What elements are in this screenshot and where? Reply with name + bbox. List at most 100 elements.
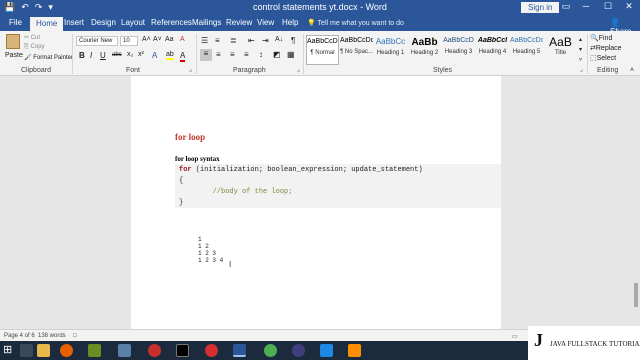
italic-button[interactable]: I	[90, 51, 92, 60]
underline-button[interactable]: U	[100, 51, 106, 60]
justify-button[interactable]: ≡	[244, 50, 249, 59]
replace-button[interactable]: ⇄Replace	[590, 44, 622, 52]
change-case-button[interactable]: Aa	[165, 36, 174, 43]
styles-label: Styles	[433, 67, 453, 74]
increase-indent-button[interactable]: ⇥	[262, 36, 269, 45]
font-size-select[interactable]: 10	[120, 36, 138, 46]
highlight-button[interactable]: ab	[166, 51, 174, 60]
page-count[interactable]: Page 4 of 6	[4, 333, 35, 339]
close-button[interactable]: ✕	[622, 1, 636, 12]
eclipse-icon[interactable]	[292, 344, 305, 357]
line-spacing-button[interactable]: ↕	[259, 50, 263, 59]
tell-me-search[interactable]: 💡 Tell me what you want to do	[307, 19, 404, 27]
strikethrough-button[interactable]: abc	[112, 52, 122, 58]
windows-start-icon[interactable]: ⊞	[3, 344, 16, 357]
style-heading-4[interactable]: AaBbCcI Heading 4	[476, 35, 509, 65]
collapse-ribbon-icon[interactable]: ˄	[630, 67, 634, 74]
app-icon[interactable]	[148, 344, 161, 357]
proofing-icon[interactable]: □	[73, 333, 77, 339]
paste-button[interactable]: Paste	[5, 52, 23, 59]
vlc-icon[interactable]	[348, 344, 361, 357]
show-marks-button[interactable]: ¶	[291, 36, 295, 45]
text-cursor-icon: I	[229, 260, 232, 269]
tab-insert[interactable]: Insert	[64, 18, 84, 27]
tab-file[interactable]: File	[9, 18, 22, 27]
format-painter-button[interactable]: 🖌 Format Painter	[24, 54, 73, 61]
tab-help[interactable]: Help	[282, 18, 298, 27]
file-explorer-icon[interactable]	[37, 344, 50, 357]
document-area: for loop for loop syntax for (initializa…	[0, 76, 640, 329]
tab-view[interactable]: View	[257, 18, 274, 27]
ribbon-display-options-icon[interactable]: ▭	[559, 1, 573, 12]
bullets-button[interactable]: ☰	[201, 36, 208, 45]
superscript-button[interactable]: x²	[138, 51, 144, 58]
person-icon: 👤	[610, 18, 620, 27]
minimize-button[interactable]: ─	[579, 1, 593, 11]
style-title[interactable]: AaB Title	[544, 35, 577, 65]
task-view-icon[interactable]	[20, 344, 33, 357]
terminal-icon[interactable]	[176, 344, 189, 357]
paragraph-dialog-launcher-icon[interactable]: ⌟	[297, 66, 300, 73]
multilevel-list-button[interactable]: ≣	[230, 36, 237, 45]
numbering-button[interactable]: ≡	[215, 36, 220, 45]
word-count[interactable]: 138 words	[38, 333, 66, 339]
document-page[interactable]: for loop for loop syntax for (initializa…	[131, 76, 501, 329]
align-left-button[interactable]: ≡	[200, 49, 212, 61]
font-dialog-launcher-icon[interactable]: ⌟	[189, 66, 192, 73]
home-ribbon: Paste ✂ Cut ⎘ Copy 🖌 Format Painter Clip…	[0, 31, 640, 76]
tab-home[interactable]: Home	[30, 17, 64, 31]
files-icon[interactable]	[88, 344, 101, 357]
output-line: 1	[198, 236, 202, 243]
borders-button[interactable]: ▦	[287, 50, 295, 59]
shrink-font-button[interactable]: A˅	[153, 36, 162, 43]
style-normal[interactable]: AaBbCcDc ¶ Normal	[306, 35, 339, 65]
find-button[interactable]: 🔍Find	[590, 34, 612, 42]
decrease-indent-button[interactable]: ⇤	[248, 36, 255, 45]
tab-mailings[interactable]: Mailings	[192, 18, 221, 27]
tab-references[interactable]: References	[151, 18, 192, 27]
style-heading-3[interactable]: AaBbCcD Heading 3	[442, 35, 475, 65]
photos-icon[interactable]	[118, 344, 131, 357]
media-icon[interactable]	[205, 344, 218, 357]
maximize-button[interactable]: ☐	[601, 1, 615, 12]
center-button[interactable]: ≡	[216, 50, 221, 59]
text-effects-button[interactable]: A	[152, 51, 157, 60]
word-icon[interactable]	[233, 344, 246, 357]
style-heading-2[interactable]: AaBb Heading 2	[408, 35, 441, 65]
output-line: 1 2 3	[198, 250, 217, 257]
style-heading-5[interactable]: AaBbCcDc Heading 5	[510, 35, 543, 65]
tab-design[interactable]: Design	[91, 18, 116, 27]
vertical-scrollbar[interactable]	[631, 76, 640, 329]
tab-layout[interactable]: Layout	[121, 18, 145, 27]
copy-button[interactable]: ⎘ Copy	[24, 44, 44, 51]
output-line: 1 2 3 4	[198, 257, 224, 264]
shading-button[interactable]: ◩	[273, 50, 281, 59]
grow-font-button[interactable]: A˄	[142, 36, 151, 43]
code-line: {	[179, 177, 184, 185]
paste-icon[interactable]	[6, 34, 20, 49]
sort-button[interactable]: A↓	[275, 36, 283, 43]
code-comment: //body of the loop;	[179, 188, 293, 196]
read-mode-icon[interactable]: ▭	[512, 333, 518, 340]
style-heading-1[interactable]: AaBbCc Heading 1	[374, 35, 407, 65]
cut-button[interactable]: ✂ Cut	[24, 34, 40, 41]
clear-formatting-button[interactable]: A	[180, 36, 185, 43]
styles-dialog-launcher-icon[interactable]: ⌟	[580, 66, 583, 73]
styles-scroll-icon[interactable]: ▴ ▾ ▿	[579, 35, 582, 65]
firefox-icon[interactable]	[60, 344, 73, 357]
divider	[196, 34, 197, 74]
tab-review[interactable]: Review	[226, 18, 252, 27]
font-name-select[interactable]: Courier New	[76, 36, 118, 46]
subheading-syntax: for loop syntax	[175, 155, 220, 163]
bold-button[interactable]: B	[79, 51, 85, 60]
scrollbar-thumb[interactable]	[634, 283, 638, 307]
font-color-button[interactable]: A	[180, 51, 186, 62]
divider	[72, 34, 73, 74]
chrome-icon[interactable]	[264, 344, 277, 357]
filezilla-icon[interactable]	[320, 344, 333, 357]
subscript-button[interactable]: x₂	[127, 51, 133, 58]
sign-in-button[interactable]: Sign in	[521, 2, 560, 13]
align-right-button[interactable]: ≡	[230, 50, 235, 59]
style-no-spacing[interactable]: AaBbCcDc ¶ No Spac...	[340, 35, 373, 65]
select-button[interactable]: ⬚Select	[590, 54, 616, 62]
